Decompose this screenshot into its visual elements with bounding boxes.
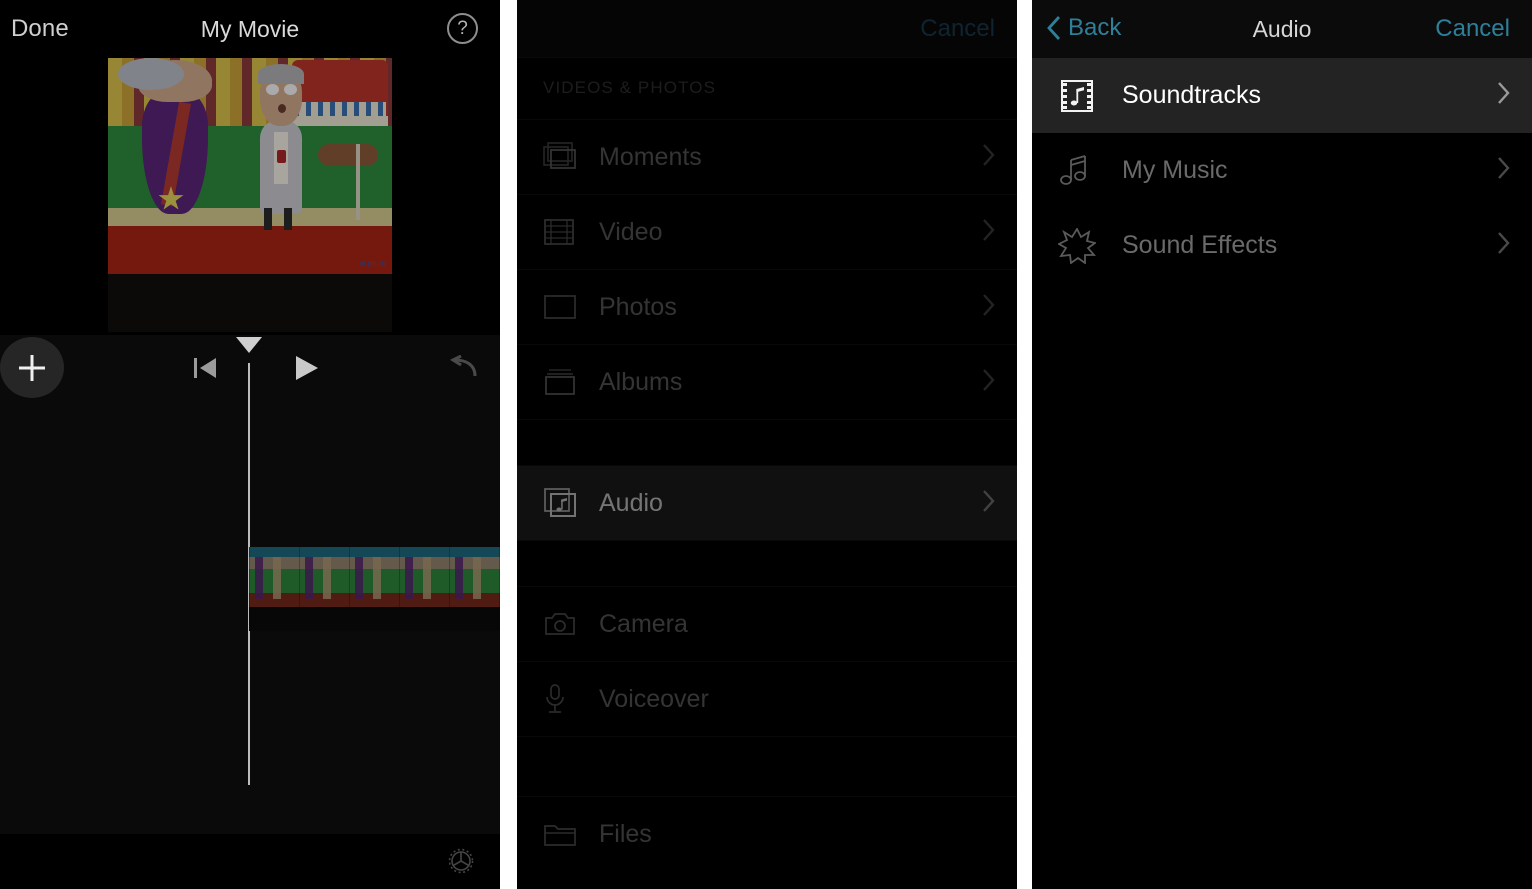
cancel-button[interactable]: Cancel bbox=[1435, 15, 1510, 43]
timeline[interactable] bbox=[0, 337, 500, 834]
media-source-panel: Cancel VIDEOS & PHOTOS Moments Video Pho… bbox=[517, 0, 1017, 889]
media-source-list: Moments Video Photos Albums Audio Camera… bbox=[517, 119, 1017, 871]
undo-icon bbox=[449, 354, 477, 377]
list-item-label: My Music bbox=[1122, 156, 1228, 184]
list-group-separator bbox=[517, 419, 1017, 465]
skip-to-start-button[interactable] bbox=[193, 356, 219, 385]
starburst-icon bbox=[1058, 227, 1122, 264]
timeline-video-clip[interactable] bbox=[249, 547, 500, 631]
list-item-label: Video bbox=[599, 217, 663, 246]
playhead-marker-icon bbox=[236, 337, 262, 353]
photo-icon bbox=[543, 293, 599, 321]
list-item-label: Moments bbox=[599, 142, 702, 171]
list-group-separator bbox=[517, 540, 1017, 586]
help-icon[interactable]: ? bbox=[447, 13, 478, 44]
chevron-right-icon bbox=[981, 142, 997, 173]
folder-icon bbox=[543, 820, 599, 848]
undo-button[interactable] bbox=[449, 354, 479, 386]
imovie-project-panel: Done My Movie ? vt.pn.ru bbox=[0, 0, 500, 889]
list-item-label: Files bbox=[599, 819, 652, 848]
list-item-soundtracks[interactable]: Soundtracks bbox=[1032, 58, 1532, 133]
audio-submenu-panel: Back Audio Cancel Soundtracks My Music S… bbox=[1032, 0, 1532, 889]
project-title: My Movie bbox=[200, 16, 300, 42]
audio-icon bbox=[543, 487, 599, 519]
chevron-right-icon bbox=[1496, 79, 1512, 112]
list-item-video[interactable]: Video bbox=[517, 194, 1017, 269]
list-item-my-music[interactable]: My Music bbox=[1032, 133, 1532, 208]
media-sheet-topbar: Cancel bbox=[517, 0, 1017, 58]
chevron-right-icon bbox=[981, 292, 997, 323]
list-item-label: Soundtracks bbox=[1122, 81, 1261, 109]
list-group-separator bbox=[517, 736, 1017, 796]
music-note-icon bbox=[1058, 153, 1122, 189]
preview-still-image: vt.pn.ru bbox=[108, 58, 392, 274]
audio-source-list: Soundtracks My Music Sound Effects bbox=[1032, 58, 1532, 283]
plus-icon bbox=[19, 354, 45, 381]
skip-to-start-icon bbox=[194, 358, 216, 378]
chevron-right-icon bbox=[981, 367, 997, 398]
add-media-button[interactable] bbox=[0, 337, 64, 398]
panel-divider-1 bbox=[500, 0, 517, 889]
three-panel-screenshot: Done My Movie ? vt.pn.ru Cancel VIDEOS &… bbox=[0, 0, 1532, 889]
audio-topbar: Back Audio Cancel bbox=[1032, 0, 1532, 58]
chevron-right-icon bbox=[981, 488, 997, 519]
list-item-label: Photos bbox=[599, 292, 677, 321]
project-bottombar bbox=[0, 834, 500, 889]
video-preview-viewer[interactable]: vt.pn.ru bbox=[0, 58, 500, 335]
list-item-sound-effects[interactable]: Sound Effects bbox=[1032, 208, 1532, 283]
chevron-right-icon bbox=[1496, 229, 1512, 262]
list-item-albums[interactable]: Albums bbox=[517, 344, 1017, 419]
chevron-right-icon bbox=[1496, 154, 1512, 187]
list-item-label: Albums bbox=[599, 367, 683, 396]
list-item-audio[interactable]: Audio bbox=[517, 465, 1017, 540]
panel-divider-2 bbox=[1017, 0, 1032, 889]
list-item-label: Camera bbox=[599, 609, 688, 638]
list-item-label: Voiceover bbox=[599, 684, 709, 713]
chevron-right-icon bbox=[981, 217, 997, 248]
list-item-label: Sound Effects bbox=[1122, 231, 1278, 259]
gear-icon bbox=[448, 848, 474, 874]
soundtrack-film-note-icon bbox=[1058, 78, 1122, 114]
preview-frame: vt.pn.ru bbox=[108, 58, 392, 332]
microphone-icon bbox=[543, 683, 599, 715]
list-item-photos[interactable]: Photos bbox=[517, 269, 1017, 344]
section-header-videos-photos: VIDEOS & PHOTOS bbox=[543, 78, 717, 97]
play-icon bbox=[296, 356, 318, 380]
camera-icon bbox=[543, 610, 599, 638]
film-icon bbox=[543, 217, 599, 247]
list-item-voiceover[interactable]: Voiceover bbox=[517, 661, 1017, 736]
albums-icon bbox=[543, 367, 599, 397]
list-item-camera[interactable]: Camera bbox=[517, 586, 1017, 661]
list-item-files[interactable]: Files bbox=[517, 796, 1017, 871]
list-item-moments[interactable]: Moments bbox=[517, 119, 1017, 194]
moments-icon bbox=[543, 142, 599, 172]
list-item-label: Audio bbox=[599, 488, 663, 517]
project-topbar: Done My Movie ? bbox=[0, 0, 500, 58]
play-button[interactable] bbox=[292, 354, 320, 387]
cancel-button[interactable]: Cancel bbox=[920, 15, 995, 43]
project-settings-button[interactable] bbox=[446, 846, 476, 881]
